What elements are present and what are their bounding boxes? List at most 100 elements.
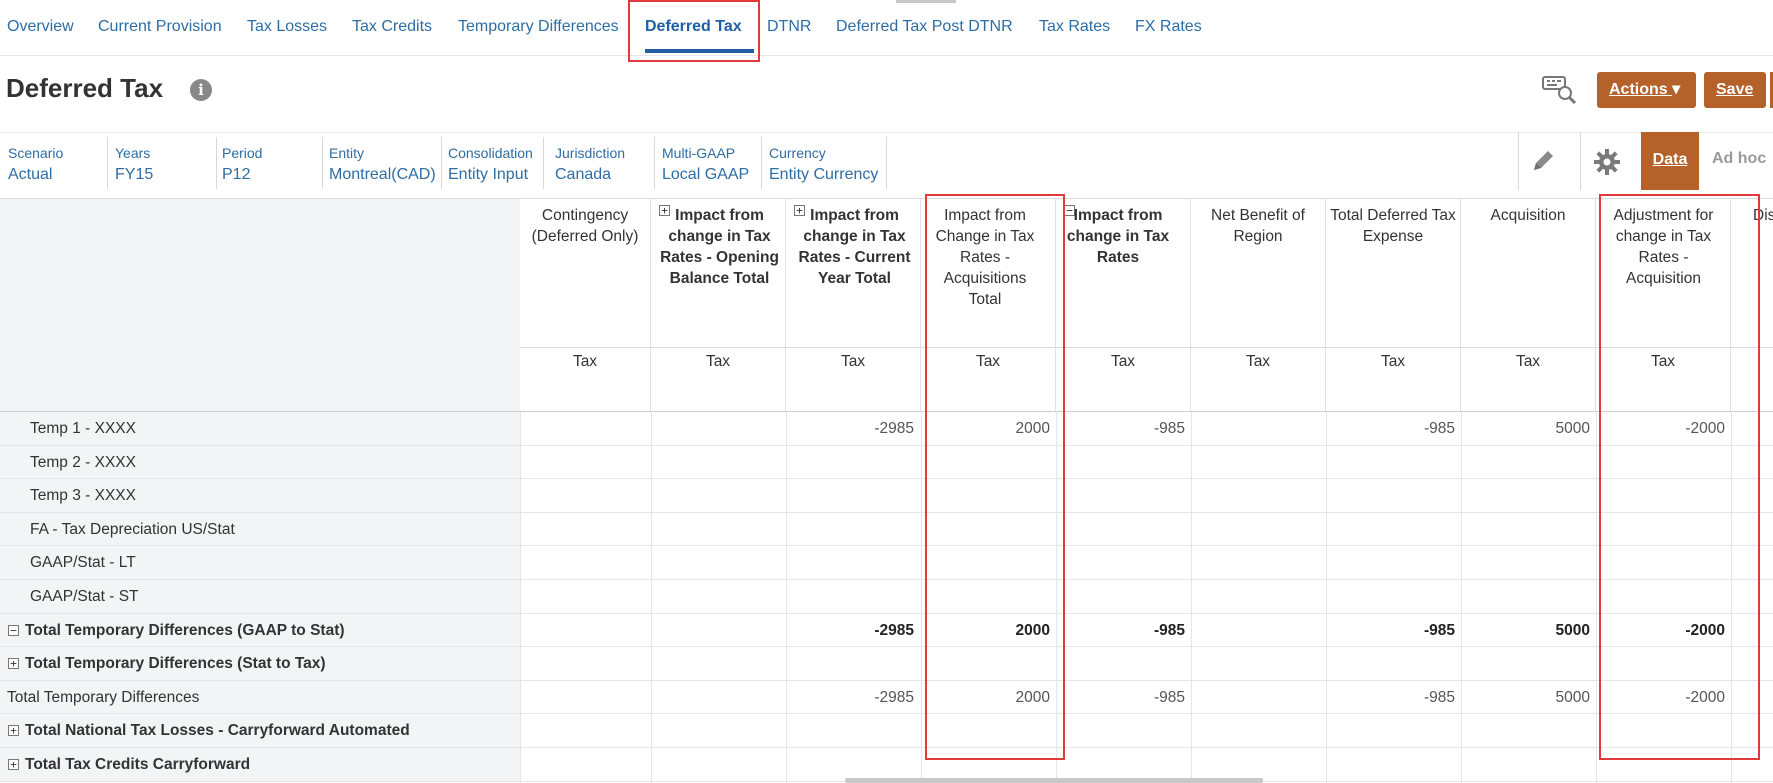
save-button[interactable]: Save bbox=[1704, 72, 1766, 108]
data-cell[interactable]: -985 bbox=[1154, 420, 1185, 438]
column-header[interactable]: + Impact from change in Tax Rates - Curr… bbox=[786, 199, 921, 412]
expand-icon[interactable]: + bbox=[8, 759, 19, 770]
grid-line bbox=[1461, 412, 1462, 783]
column-header[interactable]: + Impact from change in Tax Rates - Open… bbox=[651, 199, 786, 412]
pov-bar: Scenario Actual Years FY15 Period P12 En… bbox=[0, 132, 1773, 191]
pov-value: Actual bbox=[8, 166, 53, 183]
tab-tax-rates[interactable]: Tax Rates bbox=[1039, 18, 1110, 36]
column-subtitle: Tax bbox=[1515, 353, 1541, 370]
column-header[interactable]: Contingency (Deferred Only) Tax bbox=[520, 199, 651, 412]
tab-overview[interactable]: Overview bbox=[7, 18, 74, 36]
data-view-tab[interactable]: Data bbox=[1641, 132, 1699, 190]
table-row: Temp 3 - XXXX bbox=[0, 479, 1773, 513]
pov-label: Years bbox=[115, 145, 151, 161]
horizontal-scrollbar[interactable] bbox=[845, 778, 1263, 783]
pov-multi-gaap[interactable]: Multi-GAAP Local GAAP bbox=[654, 137, 762, 189]
column-title: Total Deferred Tax Expense bbox=[1330, 207, 1456, 245]
column-highlight bbox=[925, 194, 1065, 760]
data-cell[interactable]: 5000 bbox=[1556, 420, 1590, 438]
pov-jurisdiction[interactable]: Jurisdiction Canada bbox=[547, 137, 655, 189]
data-cell[interactable]: -985 bbox=[1424, 420, 1455, 438]
table-row: Total Temporary Differences -2985 2000 -985… bbox=[0, 680, 1773, 715]
tab-temporary-differences[interactable]: Temporary Differences bbox=[458, 18, 619, 36]
table-row: − Total Temporary Differences (GAAP to St… bbox=[0, 613, 1773, 648]
pencil-icon[interactable] bbox=[1530, 148, 1556, 174]
grid-line bbox=[786, 412, 787, 783]
row-label: Total Temporary Differences bbox=[7, 688, 200, 706]
adhoc-view-tab[interactable]: Ad hoc bbox=[1712, 150, 1766, 168]
table-row: Temp 2 - XXXX bbox=[0, 445, 1773, 480]
column-subtitle: Tax bbox=[572, 353, 598, 370]
pov-entity[interactable]: Entity Montreal(CAD) bbox=[321, 137, 442, 189]
row-label: Total National Tax Losses - Carryforward… bbox=[25, 722, 410, 740]
data-cell[interactable]: -2985 bbox=[874, 689, 914, 707]
tab-current-provision[interactable]: Current Provision bbox=[98, 18, 222, 36]
pov-label: Multi-GAAP bbox=[662, 145, 736, 161]
tab-dtnr[interactable]: DTNR bbox=[767, 18, 811, 36]
pov-label: Consolidation bbox=[448, 145, 533, 161]
pov-value: Entity Input bbox=[448, 166, 529, 183]
data-cell[interactable]: -985 bbox=[1424, 622, 1455, 640]
column-subtitle: Tax bbox=[1110, 353, 1136, 370]
tab-fx-rates[interactable]: FX Rates bbox=[1135, 18, 1202, 36]
member-search-icon[interactable] bbox=[1541, 73, 1579, 107]
gear-icon[interactable] bbox=[1593, 148, 1621, 176]
pov-value: Canada bbox=[555, 166, 612, 183]
pov-value: FY15 bbox=[115, 166, 154, 183]
pov-label: Period bbox=[222, 145, 263, 161]
expand-icon[interactable]: + bbox=[8, 658, 19, 670]
pov-label: Scenario bbox=[8, 145, 64, 161]
tab-tax-credits[interactable]: Tax Credits bbox=[352, 18, 432, 36]
data-cell[interactable]: -2985 bbox=[874, 622, 914, 640]
table-row: Temp 1 - XXXX -2985 2000 -985 -985 5000 -2000 bbox=[0, 412, 1773, 446]
expand-icon[interactable]: + bbox=[8, 725, 19, 737]
actions-button[interactable]: Actions ▾ bbox=[1597, 72, 1696, 108]
page-title: Deferred Tax bbox=[6, 73, 164, 103]
pov-period[interactable]: Period P12 bbox=[214, 137, 323, 189]
column-header[interactable]: Net Benefit of Region Tax bbox=[1191, 199, 1326, 412]
column-title: Impact from change in Tax Rates - Curren… bbox=[798, 207, 911, 287]
data-cell[interactable]: -985 bbox=[1154, 622, 1185, 640]
data-cell[interactable]: -985 bbox=[1424, 689, 1455, 707]
column-header[interactable]: − Impact from change in Tax Rates Tax bbox=[1056, 199, 1191, 412]
data-cell[interactable]: -985 bbox=[1154, 689, 1185, 707]
column-title: Contingency (Deferred Only) bbox=[531, 207, 639, 245]
column-header[interactable]: Acquisition Tax bbox=[1461, 199, 1596, 412]
column-subtitle: Tax bbox=[840, 353, 866, 370]
row-label: GAAP/Stat - ST bbox=[30, 588, 139, 605]
pov-label: Jurisdiction bbox=[555, 145, 626, 161]
column-subtitle: Tax bbox=[705, 353, 731, 370]
pov-value: Local GAAP bbox=[662, 166, 750, 183]
pov-value: Montreal(CAD) bbox=[329, 166, 436, 183]
data-cell[interactable]: 5000 bbox=[1556, 689, 1590, 707]
pov-years[interactable]: Years FY15 bbox=[107, 137, 217, 189]
pov-currency[interactable]: Currency Entity Currency bbox=[761, 137, 887, 189]
table-row: FA - Tax Depreciation US/Stat bbox=[0, 512, 1773, 547]
toolbar-divider bbox=[1518, 132, 1519, 190]
row-label: Temp 3 - XXXX bbox=[30, 487, 136, 505]
actions-label: Actions bbox=[1609, 81, 1668, 98]
pov-consolidation[interactable]: Consolidation Entity Input bbox=[440, 137, 544, 189]
row-label: Total Temporary Differences (GAAP to Sta… bbox=[25, 621, 345, 639]
pov-scenario[interactable]: Scenario Actual bbox=[0, 137, 108, 189]
pov-value: P12 bbox=[222, 166, 251, 183]
column-header[interactable]: Total Deferred Tax Expense Tax bbox=[1326, 199, 1461, 412]
row-label: FA - Tax Depreciation US/Stat bbox=[30, 520, 235, 538]
row-label: Temp 1 - XXXX bbox=[30, 420, 136, 437]
column-subtitle: Tax bbox=[1245, 353, 1271, 370]
pov-label: Currency bbox=[769, 145, 826, 161]
row-label: Temp 2 - XXXX bbox=[30, 453, 136, 471]
tab-deferred-tax-post-dtnr[interactable]: Deferred Tax Post DTNR bbox=[836, 18, 1013, 36]
drag-handle bbox=[896, 0, 956, 3]
column-title: Impact from change in Tax Rates bbox=[1066, 207, 1170, 266]
navigation-tabs: Overview Current Provision Tax Losses Ta… bbox=[0, 0, 1773, 62]
data-cell[interactable]: 5000 bbox=[1556, 622, 1590, 640]
header-divider bbox=[520, 347, 1773, 348]
grid-line bbox=[520, 412, 521, 783]
info-icon[interactable]: i bbox=[190, 79, 212, 101]
data-cell[interactable]: -2985 bbox=[874, 420, 914, 438]
tab-tax-losses[interactable]: Tax Losses bbox=[247, 18, 327, 36]
table-row: GAAP/Stat - LT bbox=[0, 546, 1773, 580]
row-label: Total Temporary Differences (Stat to Tax… bbox=[25, 655, 326, 673]
collapse-icon[interactable]: − bbox=[8, 624, 19, 636]
